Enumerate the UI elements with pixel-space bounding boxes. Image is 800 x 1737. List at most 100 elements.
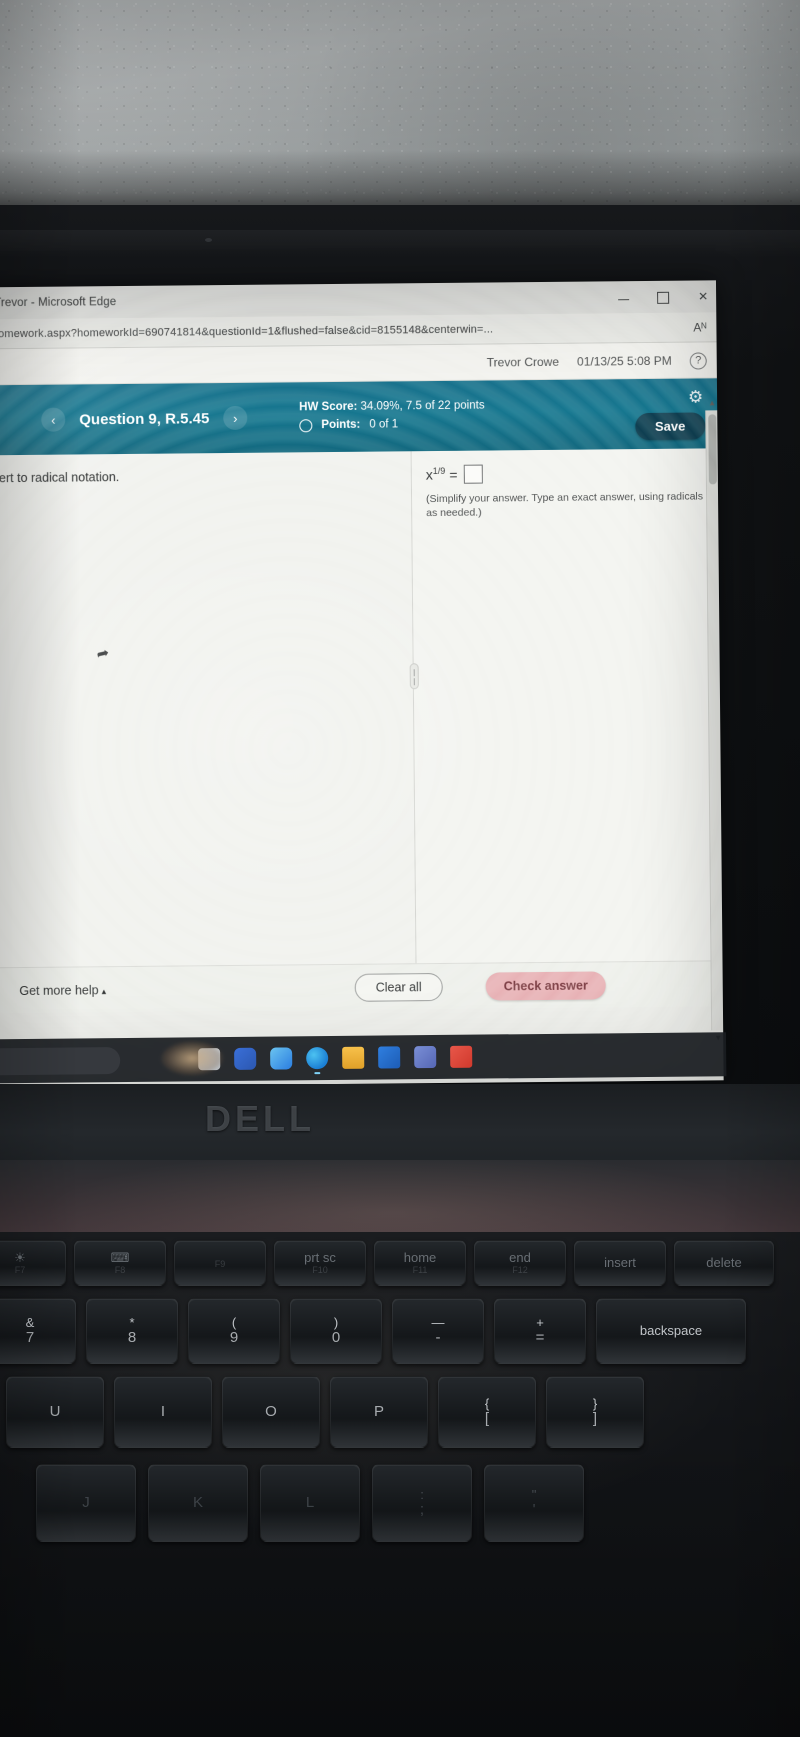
key-top-label: ) [333, 1315, 339, 1331]
microsoft-store-icon[interactable] [450, 1045, 473, 1068]
key-7[interactable]: &7 [0, 1298, 76, 1364]
key-top-label: } [592, 1396, 598, 1412]
clear-all-button[interactable]: Clear all [354, 972, 443, 1002]
key-prt-sc[interactable]: prt scF10 [274, 1240, 366, 1286]
edge-icon[interactable] [306, 1047, 329, 1075]
taskbar-icons [198, 1045, 473, 1075]
key-backlight [597, 1337, 745, 1363]
key-backlight [175, 1267, 265, 1285]
key-backlight [261, 1510, 359, 1541]
key-backspace[interactable]: backspace [596, 1298, 746, 1364]
previous-question-button[interactable]: ‹ [41, 407, 66, 432]
key-backlight [485, 1510, 583, 1541]
close-button[interactable]: ✕ [696, 289, 710, 303]
key--[interactable]: :; [372, 1464, 472, 1542]
get-more-help-button[interactable]: Get more help ▴ [19, 983, 106, 998]
key-p[interactable]: P [330, 1376, 428, 1448]
keyboard-letter-row: U I O P {[}] [6, 1376, 644, 1448]
file-explorer-icon[interactable] [342, 1046, 365, 1069]
key-backlight [0, 1337, 75, 1363]
question-toolbar: 2.5 ‹ Question 9, R.5.45 › HW Score: 34.… [0, 378, 718, 456]
window-controls: ✕ [616, 280, 710, 313]
answer-input[interactable] [463, 464, 483, 484]
key-top-label: prt sc [304, 1249, 336, 1265]
page-scroll-up-icon[interactable]: ▲ [708, 398, 716, 407]
copilot-icon[interactable] [270, 1047, 293, 1070]
question-toolbar-right: ⚙ Save [634, 378, 712, 449]
maximize-button[interactable] [656, 290, 670, 304]
key-insert[interactable]: insert [574, 1240, 666, 1286]
next-question-button[interactable]: › [223, 405, 248, 431]
keyboard-home-row: J K L:; " ' [36, 1464, 584, 1542]
minimize-button[interactable] [616, 290, 630, 304]
browser-window-title: Homework - Trevor - Microsoft Edge [0, 296, 117, 310]
key-o[interactable]: O [222, 1376, 320, 1448]
app-icon[interactable] [414, 1046, 437, 1069]
key-top-label: : [420, 1487, 424, 1503]
save-button[interactable]: Save [634, 412, 706, 441]
laptop-keyboard: ☀F7⌨F8F9prt scF10homeF11endF12insertdele… [0, 1232, 800, 1737]
work-area: ≡← ▲ ▼ Convert to radical notation. x1/9… [0, 448, 723, 968]
question-expression: x1/9 [0, 497, 397, 518]
key-bottom-label: O [265, 1403, 277, 1421]
taskbar-search[interactable]: ⚲ Search [0, 1046, 121, 1076]
key-backlight [37, 1510, 135, 1541]
key-backlight [7, 1419, 103, 1447]
key-home[interactable]: homeF11 [374, 1240, 466, 1286]
key-blank[interactable]: F9 [174, 1240, 266, 1286]
key-backlight [331, 1419, 427, 1447]
get-more-help-label: Get more help [19, 982, 99, 998]
key-backlight [495, 1337, 585, 1363]
answer-pane: x1/9 = (Simplify your answer. Type an ex… [409, 448, 723, 964]
question-pane: Convert to radical notation. x1/9 ➦ [0, 451, 417, 968]
check-answer-button[interactable]: Check answer [485, 971, 606, 1001]
question-label: Question 9, R.5.45 [79, 409, 210, 428]
keyboard-number-row: &7*8(9)0—-+= backspace [0, 1298, 746, 1364]
key-k[interactable]: K [148, 1464, 248, 1542]
action-bar: an example Get more help▴ Clear all Chec… [0, 960, 723, 1014]
key-backlight [547, 1419, 643, 1447]
key-j[interactable]: J [36, 1464, 136, 1542]
read-aloud-icon[interactable]: Aᴺ [693, 320, 706, 334]
windows-taskbar: ⚲ Search [0, 1032, 727, 1084]
key-0[interactable]: )0 [290, 1298, 382, 1364]
key-end[interactable]: endF12 [474, 1240, 566, 1286]
key--[interactable]: " ' [484, 1464, 584, 1542]
key-top-label: — [431, 1315, 445, 1331]
key-backlight [75, 1267, 165, 1285]
app-header-right: Trevor Crowe 01/13/25 5:08 PM ? [487, 342, 707, 380]
mail-icon[interactable] [378, 1046, 401, 1069]
key-backlight [0, 1267, 65, 1285]
key-delete[interactable]: delete [674, 1240, 774, 1286]
hw-score-value: 34.09%, 7.5 of 22 points [360, 400, 485, 414]
key-u[interactable]: U [6, 1376, 104, 1448]
key-8[interactable]: *8 [86, 1298, 178, 1364]
key--[interactable]: ⌨F8 [74, 1240, 166, 1286]
key-l[interactable]: L [260, 1464, 360, 1542]
mouse-cursor-icon: ➦ [94, 644, 111, 664]
gear-icon[interactable]: ⚙ [686, 387, 705, 406]
hw-score-line: HW Score: 34.09%, 7.5 of 22 points [299, 399, 485, 416]
pane-splitter-handle[interactable] [409, 663, 419, 690]
key--[interactable]: }] [546, 1376, 644, 1448]
key-bottom-label: L [305, 1494, 315, 1512]
answer-expression: x1/9 = [426, 462, 708, 484]
key-top-label: home [403, 1249, 437, 1265]
key-i[interactable]: I [114, 1376, 212, 1448]
points-value: 0 of 1 [369, 418, 399, 431]
key-bottom-label: K [192, 1494, 203, 1512]
teams-chat-icon[interactable] [234, 1047, 257, 1070]
help-icon[interactable]: ? [689, 351, 707, 370]
question-navigation: ‹ Question 9, R.5.45 › [41, 405, 248, 432]
key-backlight [189, 1337, 279, 1363]
key-9[interactable]: (9 [188, 1298, 280, 1364]
key--[interactable]: {[ [438, 1376, 536, 1448]
points-circle-icon [299, 419, 313, 433]
key--[interactable]: += [494, 1298, 586, 1364]
key-backlight [675, 1267, 773, 1285]
question-prompt: Convert to radical notation. [0, 470, 120, 486]
key--[interactable]: ☀F7 [0, 1240, 66, 1286]
key--[interactable]: —- [392, 1298, 484, 1364]
key-bottom-label: U [49, 1403, 61, 1421]
page-scrollbar-thumb[interactable] [708, 414, 717, 485]
